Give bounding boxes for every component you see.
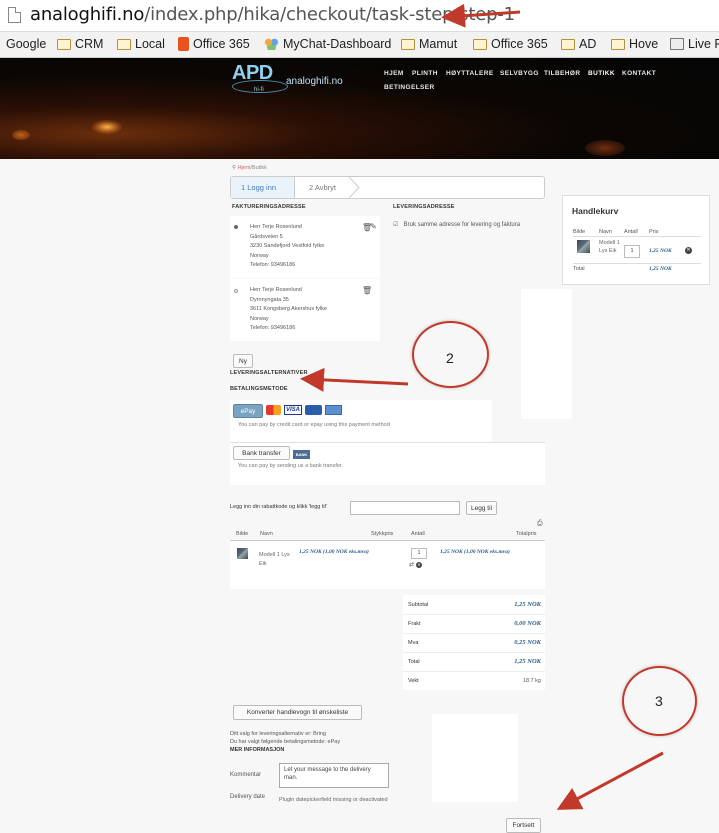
arrow-to-url bbox=[441, 3, 521, 28]
annotation-number-2: 2 bbox=[446, 350, 454, 366]
arrow-to-shipping-options bbox=[300, 367, 409, 392]
arrow-to-continue bbox=[556, 751, 664, 810]
annotation-number-3: 3 bbox=[655, 693, 663, 709]
annotation-arrows bbox=[300, 3, 664, 810]
